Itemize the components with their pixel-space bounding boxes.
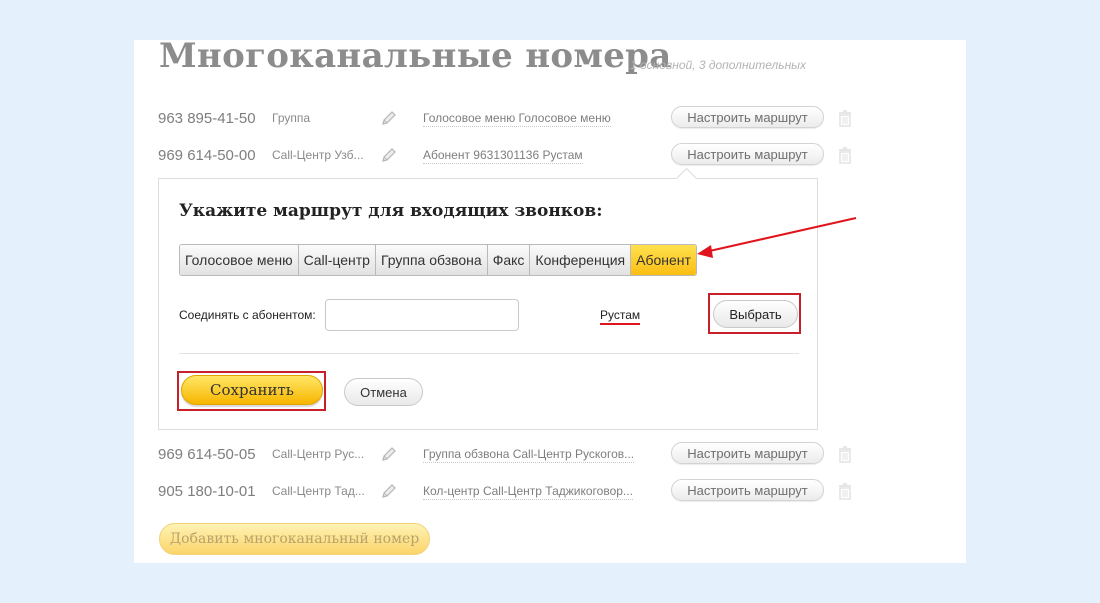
annotation-arrow [697,217,857,258]
